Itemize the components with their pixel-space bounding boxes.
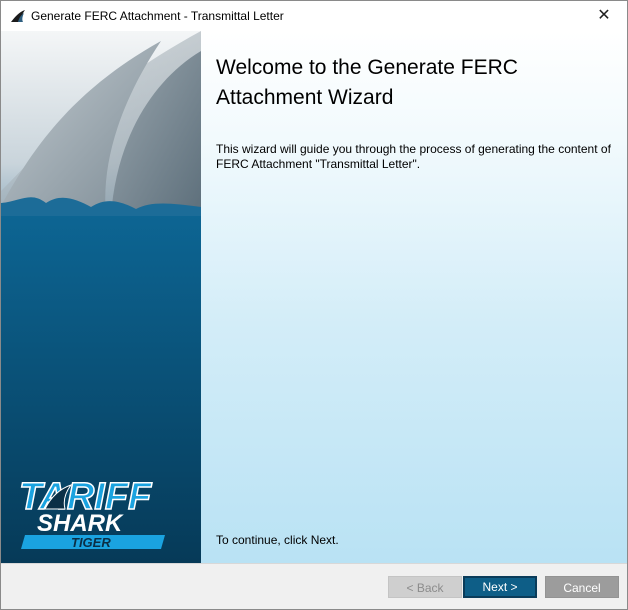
button-bar: < Back Next > Cancel [1,563,627,609]
wizard-side-banner: TARIFF SHARK TIGER [1,31,201,563]
tariff-shark-logo: TARIFF SHARK TIGER [18,475,165,550]
wizard-window: Generate FERC Attachment - Transmittal L… [0,0,628,610]
back-button[interactable]: < Back [388,576,462,598]
window-title: Generate FERC Attachment - Transmittal L… [31,9,284,23]
shark-fin-icon [11,10,25,22]
close-button[interactable]: ✕ [581,1,627,31]
continue-instruction: To continue, click Next. [216,533,339,547]
next-button[interactable]: Next > [463,576,537,598]
intro-text: This wizard will guide you through the p… [216,142,611,171]
logo-line-3: TIGER [71,535,111,550]
page-title: Welcome to the Generate FERC Attachment … [216,56,518,109]
title-bar: Generate FERC Attachment - Transmittal L… [1,1,627,31]
close-icon: ✕ [597,7,611,24]
cancel-button[interactable]: Cancel [545,576,619,598]
logo-line-2: SHARK [37,510,124,537]
wizard-content: Welcome to the Generate FERC Attachment … [201,31,627,563]
